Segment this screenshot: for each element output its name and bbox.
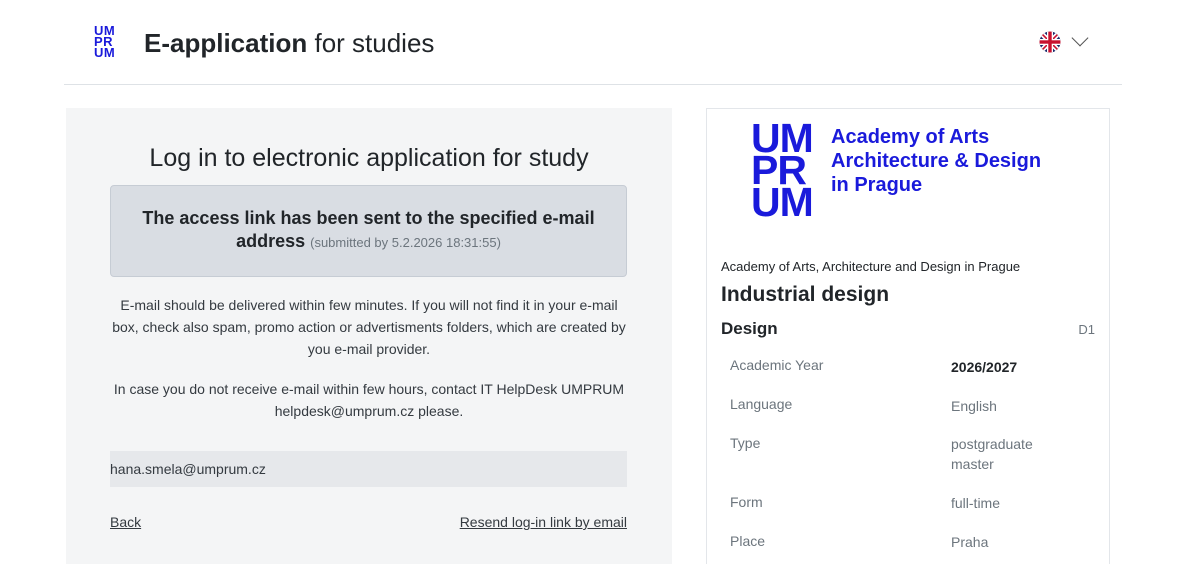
- notice-submitted-text: (submitted by 5.2.2026 18:31:55): [310, 235, 501, 250]
- umprum-logo[interactable]: UM PR UM: [94, 24, 122, 60]
- umprum-big-logo: UM PR UM: [751, 118, 814, 225]
- detail-label-form: Form: [730, 494, 763, 510]
- detail-value-language: English: [951, 398, 997, 414]
- logo-line: UM: [751, 179, 814, 225]
- school-name: Academy of Arts, Architecture and Design…: [721, 259, 1021, 274]
- helpdesk-info-text: In case you do not receive e-mail within…: [113, 381, 625, 419]
- back-link[interactable]: Back: [110, 514, 141, 530]
- app-header: UM PR UM E-application for studies: [0, 0, 1183, 86]
- program-name: Industrial design: [721, 283, 890, 306]
- email-value: hana.smela@umprum.cz: [110, 461, 266, 477]
- program-card: UM PR UM Academy of Arts Architecture & …: [706, 108, 1110, 564]
- academy-logo-text: Academy of Arts Architecture & Design in…: [831, 125, 1041, 197]
- delivery-info-text: E-mail should be delivered within few mi…: [112, 297, 626, 357]
- program-code: D1: [1078, 322, 1095, 337]
- app-title: E-application for studies: [144, 28, 434, 59]
- detail-value-form: full-time: [951, 495, 1001, 511]
- logo-line: UM: [94, 45, 116, 60]
- detail-label-academic-year: Academic Year: [730, 357, 824, 373]
- app-title-rest: for studies: [307, 28, 435, 58]
- detail-label-type: Type: [730, 435, 761, 451]
- academy-line: in Prague: [831, 174, 923, 196]
- chevron-down-icon: [1071, 29, 1089, 47]
- header-divider: [64, 84, 1122, 85]
- resend-link[interactable]: Resend log-in link by email: [460, 514, 627, 530]
- detail-label-place: Place: [730, 533, 766, 549]
- login-title: Log in to electronic application for stu…: [149, 144, 589, 172]
- language-selector[interactable]: [1038, 29, 1089, 54]
- sent-notice: The access link has been sent to the spe…: [110, 185, 627, 277]
- app-title-bold: E-application: [144, 28, 308, 58]
- email-field[interactable]: hana.smela@umprum.cz: [110, 451, 627, 487]
- field-name: Design: [721, 319, 778, 338]
- academy-line: Architecture & Design: [831, 150, 1042, 172]
- detail-value-type: postgraduate master: [951, 436, 1033, 472]
- uk-flag-icon: [1039, 31, 1061, 53]
- detail-value-place: Praha: [951, 534, 989, 550]
- academy-line: Academy of Arts: [831, 126, 990, 148]
- login-panel: Log in to electronic application for stu…: [66, 108, 672, 564]
- detail-label-language: Language: [730, 396, 793, 412]
- detail-value-academic-year: 2026/2027: [951, 359, 1018, 375]
